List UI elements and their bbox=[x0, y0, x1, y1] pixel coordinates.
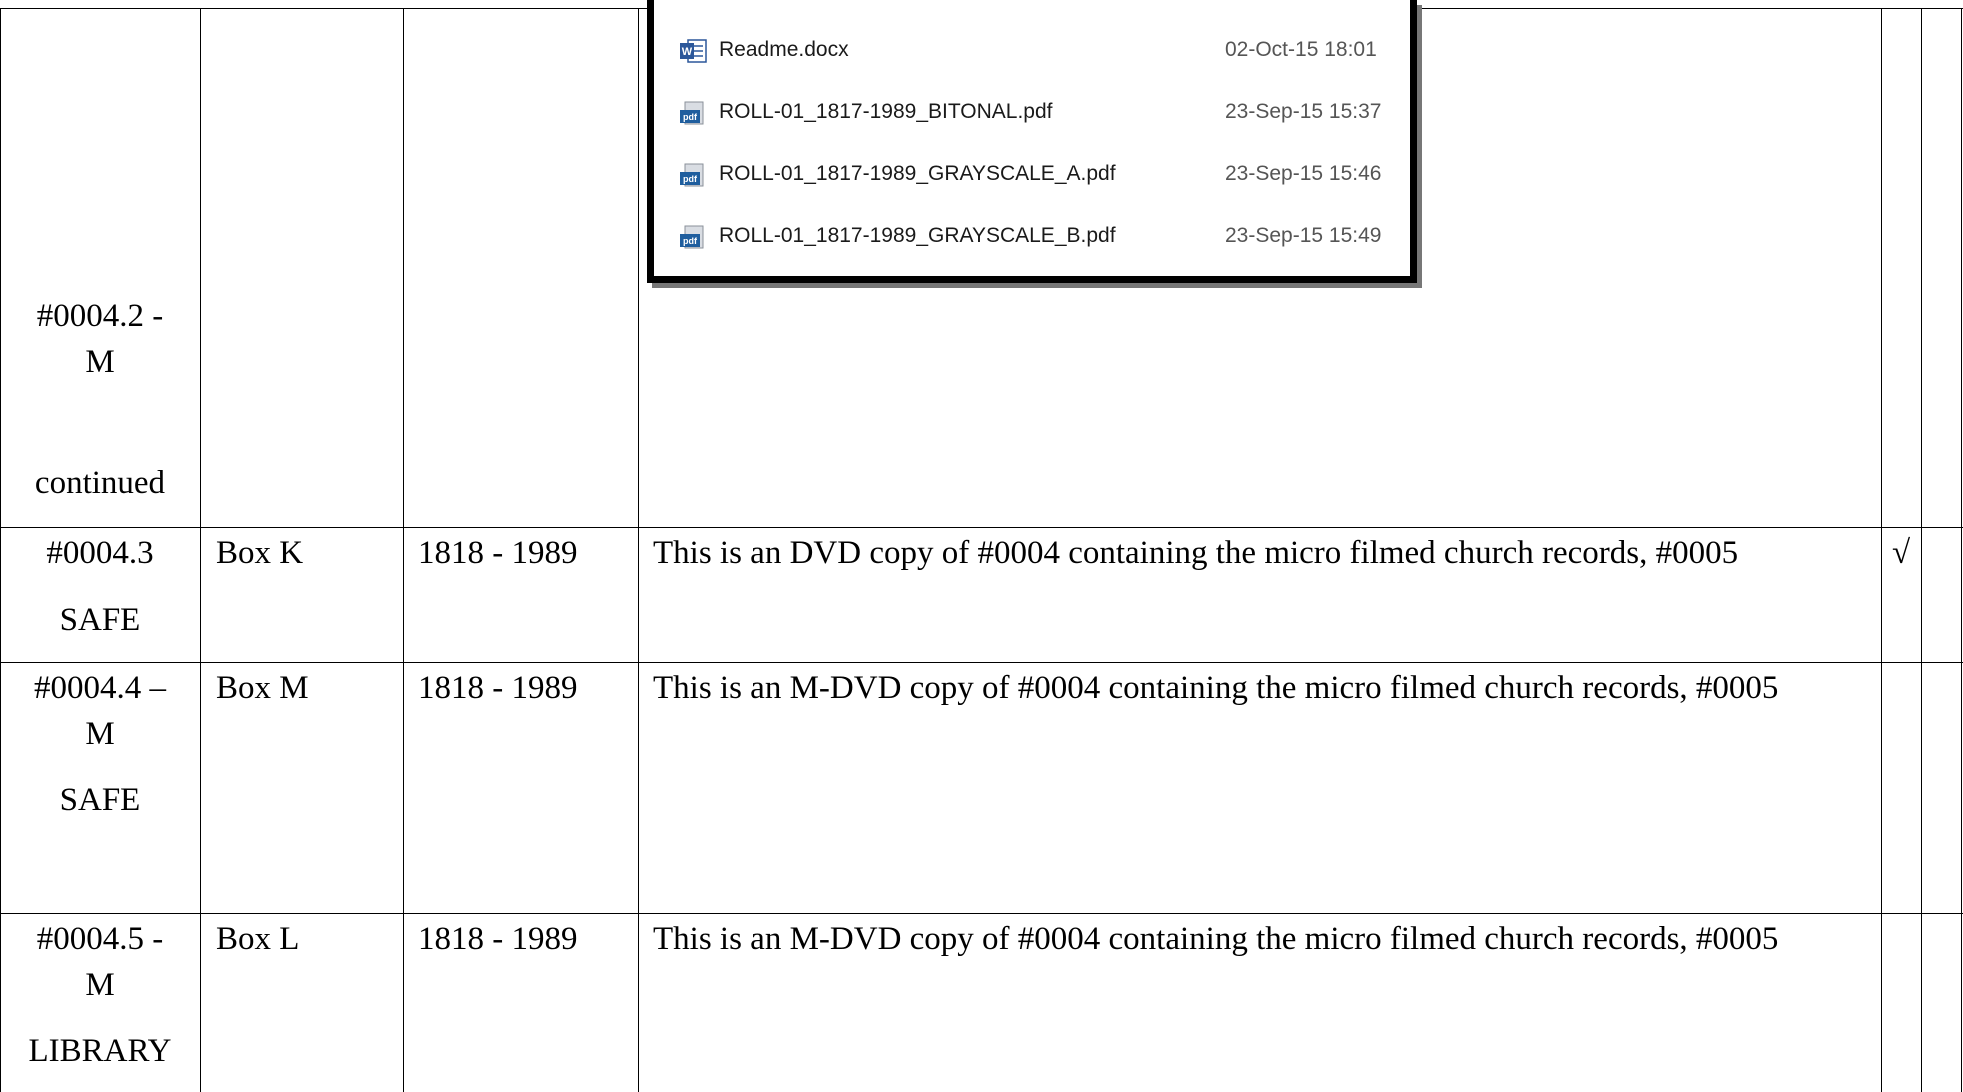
pdf-icon: pdf bbox=[680, 163, 704, 187]
record-location: SAFE bbox=[59, 602, 141, 638]
file-row: pdf ROLL-01_1817-1989_BITONAL.pdf 23-Sep… bbox=[679, 98, 1399, 128]
file-row: W Readme.docx 02-Oct-15 18:01 bbox=[679, 36, 1399, 66]
record-id-cell: #0004.4 – M bbox=[0, 665, 200, 757]
box-label: Box K bbox=[216, 535, 304, 571]
box-label: Box L bbox=[216, 921, 300, 957]
row-divider bbox=[0, 527, 1963, 528]
record-id-suffix: M bbox=[85, 344, 115, 380]
record-id: #0004.3 bbox=[46, 535, 154, 571]
column-divider bbox=[1961, 8, 1962, 1092]
file-listing-screenshot: W Readme.docx 02-Oct-15 18:01 pdf ROLL-0… bbox=[647, 0, 1417, 283]
file-row: pdf ROLL-01_1817-1989_GRAYSCALE_A.pdf 23… bbox=[679, 160, 1399, 190]
word-doc-icon: W bbox=[680, 39, 707, 63]
record-id-suffix: M bbox=[85, 967, 115, 1003]
file-name[interactable]: ROLL-01_1817-1989_GRAYSCALE_B.pdf bbox=[719, 224, 1116, 248]
record-id: #0004.4 – bbox=[34, 670, 166, 706]
record-description: This is an DVD copy of #0004 containing … bbox=[653, 535, 1739, 571]
row-divider bbox=[0, 913, 1963, 914]
box-label: Box M bbox=[216, 670, 309, 706]
file-date: 23-Sep-15 15:46 bbox=[1225, 162, 1382, 185]
file-date: 23-Sep-15 15:37 bbox=[1225, 100, 1382, 123]
file-name[interactable]: ROLL-01_1817-1989_GRAYSCALE_A.pdf bbox=[719, 162, 1116, 186]
record-location: SAFE bbox=[59, 782, 141, 818]
record-id: #0004.2 - bbox=[36, 298, 164, 334]
record-id-cell: #0004.2 - M bbox=[0, 293, 200, 385]
svg-text:pdf: pdf bbox=[683, 236, 698, 246]
pdf-icon: pdf bbox=[680, 101, 704, 125]
record-id-suffix: M bbox=[85, 716, 115, 752]
svg-text:pdf: pdf bbox=[683, 112, 698, 122]
record-id-cell: #0004.5 - M bbox=[0, 916, 200, 1008]
row-divider bbox=[0, 662, 1963, 663]
column-divider bbox=[1921, 8, 1922, 1092]
record-description: This is an M-DVD copy of #0004 containin… bbox=[653, 921, 1779, 957]
file-date: 23-Sep-15 15:49 bbox=[1225, 224, 1382, 247]
checkmark: √ bbox=[1891, 535, 1911, 571]
date-range: 1818 - 1989 bbox=[418, 535, 578, 571]
svg-text:pdf: pdf bbox=[683, 174, 698, 184]
file-name[interactable]: ROLL-01_1817-1989_BITONAL.pdf bbox=[719, 100, 1053, 124]
record-location: LIBRARY bbox=[28, 1033, 172, 1069]
file-row: pdf ROLL-01_1817-1989_GRAYSCALE_B.pdf 23… bbox=[679, 222, 1399, 252]
pdf-icon: pdf bbox=[680, 225, 704, 249]
svg-text:W: W bbox=[682, 46, 693, 58]
column-divider bbox=[638, 8, 639, 1092]
date-range: 1818 - 1989 bbox=[418, 670, 578, 706]
record-note: continued bbox=[34, 465, 166, 501]
column-divider bbox=[403, 8, 404, 1092]
record-id: #0004.5 - bbox=[36, 921, 164, 957]
file-name[interactable]: Readme.docx bbox=[719, 38, 849, 62]
date-range: 1818 - 1989 bbox=[418, 921, 578, 957]
column-divider bbox=[200, 8, 201, 1092]
file-date: 02-Oct-15 18:01 bbox=[1225, 38, 1377, 61]
record-description: This is an M-DVD copy of #0004 containin… bbox=[653, 670, 1779, 706]
